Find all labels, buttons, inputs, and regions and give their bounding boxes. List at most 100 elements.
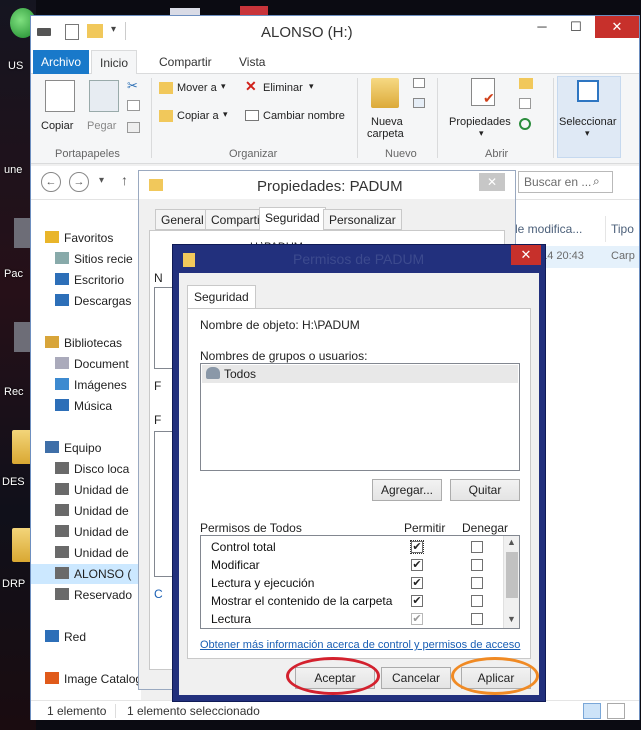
- sidebar-item[interactable]: Unidad de: [31, 480, 141, 500]
- sidebar-item[interactable]: Bibliotecas: [31, 333, 141, 353]
- list-item[interactable]: Todos: [202, 365, 518, 383]
- edit-icon[interactable]: [519, 98, 531, 109]
- deny-checkbox[interactable]: [471, 577, 483, 589]
- new-folder-icon[interactable]: [371, 78, 399, 108]
- permissions-scrollbar[interactable]: ▲ ▼: [503, 536, 519, 628]
- search-icon[interactable]: ⌕: [593, 174, 600, 189]
- properties-quick-icon[interactable]: [65, 24, 79, 40]
- maximize-button[interactable]: ☐: [559, 16, 593, 38]
- tab-general[interactable]: General: [155, 209, 210, 230]
- permission-row: Lectura ✔: [205, 610, 505, 628]
- properties-close-button[interactable]: ✕: [479, 173, 505, 191]
- permissions-close-button[interactable]: ✕: [511, 245, 541, 265]
- up-button[interactable]: ↑: [121, 172, 128, 188]
- tab-compartir[interactable]: Compartir: [151, 50, 220, 74]
- allow-checkbox[interactable]: ✔: [411, 613, 423, 625]
- sidebar-item[interactable]: Equipo: [31, 438, 141, 458]
- scroll-up-icon[interactable]: ▲: [507, 537, 516, 547]
- paste-shortcut-icon[interactable]: [127, 122, 140, 133]
- desktop-label[interactable]: DES: [2, 476, 25, 488]
- sidebar-item[interactable]: Red: [31, 627, 141, 647]
- groups-list[interactable]: Todos: [200, 363, 520, 471]
- new-folder-button-line2[interactable]: carpeta: [367, 128, 404, 140]
- scroll-down-icon[interactable]: ▼: [507, 614, 516, 624]
- new-item-icon[interactable]: [413, 78, 425, 88]
- deny-checkbox[interactable]: [471, 541, 483, 553]
- move-to-dropdown-icon[interactable]: ▾: [221, 81, 226, 92]
- sidebar-item[interactable]: Unidad de: [31, 501, 141, 521]
- copy-to-button[interactable]: Copiar a: [177, 110, 219, 122]
- copy-icon[interactable]: [45, 80, 75, 112]
- copy-button[interactable]: Copiar: [41, 120, 73, 132]
- sidebar-item[interactable]: Reservado: [31, 585, 141, 605]
- column-header-type[interactable]: Tipo: [611, 222, 634, 236]
- desktop-label[interactable]: Rec: [4, 386, 24, 398]
- sidebar-item[interactable]: Imágenes: [31, 375, 141, 395]
- tab-seguridad[interactable]: Seguridad: [187, 285, 256, 309]
- scroll-thumb[interactable]: [506, 552, 518, 598]
- add-button[interactable]: Agregar...: [372, 479, 442, 501]
- permissions-info-link[interactable]: Obtener más información acerca de contro…: [200, 639, 520, 651]
- sidebar-item[interactable]: Sitios recie: [31, 249, 141, 269]
- copy-to-dropdown-icon[interactable]: ▾: [223, 109, 228, 120]
- forward-button[interactable]: →: [69, 172, 89, 192]
- tab-personalizar[interactable]: Personalizar: [323, 209, 402, 230]
- groups-label: Nombres de grupos o usuarios:: [200, 349, 368, 363]
- folder-quick-icon[interactable]: [87, 24, 103, 38]
- properties-button[interactable]: Propiedades: [449, 116, 511, 128]
- desktop-label[interactable]: Pac: [4, 268, 23, 280]
- delete-dropdown-icon[interactable]: ▾: [309, 81, 314, 92]
- sidebar-item[interactable]: Disco loca: [31, 459, 141, 479]
- delete-button[interactable]: Eliminar: [263, 82, 303, 94]
- move-to-button[interactable]: Mover a: [177, 82, 217, 94]
- deny-checkbox[interactable]: [471, 559, 483, 571]
- large-icons-view-icon[interactable]: [607, 703, 625, 719]
- minimize-button[interactable]: ─: [525, 16, 559, 38]
- status-divider: [115, 704, 116, 718]
- open-icon[interactable]: [519, 78, 533, 89]
- history-icon[interactable]: [519, 118, 531, 130]
- easy-access-icon[interactable]: [413, 98, 425, 108]
- details-view-icon[interactable]: [583, 703, 601, 719]
- tab-archivo[interactable]: Archivo: [33, 50, 90, 74]
- sidebar-item[interactable]: Unidad de: [31, 522, 141, 542]
- desktop-label[interactable]: une: [4, 164, 22, 176]
- desktop-label[interactable]: US: [8, 60, 23, 72]
- tab-inicio[interactable]: Inicio: [91, 50, 138, 74]
- column-header-date[interactable]: le modifica...: [515, 222, 582, 236]
- sidebar-item[interactable]: Favoritos: [31, 228, 141, 248]
- cut-icon[interactable]: ✂: [127, 78, 138, 94]
- sidebar-item[interactable]: Música: [31, 396, 141, 416]
- quick-access-dropdown-icon[interactable]: ▾: [111, 24, 116, 35]
- select-button[interactable]: Seleccionar: [559, 116, 616, 128]
- allow-checkbox[interactable]: ✔: [411, 577, 423, 589]
- info-link-fragment[interactable]: C: [154, 587, 163, 601]
- properties-dropdown-icon[interactable]: ▾: [479, 128, 484, 139]
- sidebar-item[interactable]: Descargas: [31, 291, 141, 311]
- back-button[interactable]: ←: [41, 172, 61, 192]
- remove-button[interactable]: Quitar: [450, 479, 520, 501]
- sidebar-item[interactable]: Document: [31, 354, 141, 374]
- cancel-button[interactable]: Cancelar: [381, 667, 451, 689]
- copy-path-icon[interactable]: [127, 100, 140, 111]
- paste-button[interactable]: Pegar: [87, 120, 116, 132]
- sidebar-item[interactable]: Image Catalog: [31, 669, 141, 689]
- select-dropdown-icon[interactable]: ▾: [585, 128, 590, 139]
- tab-vista[interactable]: Vista: [231, 50, 273, 74]
- deny-checkbox[interactable]: [471, 595, 483, 607]
- desktop-label[interactable]: DRP: [2, 578, 25, 590]
- recent-locations-dropdown-icon[interactable]: ▾: [99, 175, 104, 186]
- paste-icon[interactable]: [89, 80, 119, 112]
- sidebar-item[interactable]: Unidad de: [31, 543, 141, 563]
- allow-checkbox[interactable]: ✔: [411, 559, 423, 571]
- allow-checkbox[interactable]: ✔: [411, 595, 423, 607]
- close-button[interactable]: ✕: [595, 16, 639, 38]
- sidebar-item[interactable]: ALONSO (: [31, 564, 141, 584]
- rename-button[interactable]: Cambiar nombre: [263, 110, 345, 122]
- new-folder-button[interactable]: Nueva: [371, 116, 403, 128]
- deny-checkbox[interactable]: [471, 613, 483, 625]
- tab-seguridad-props[interactable]: Seguridad: [259, 207, 326, 231]
- sidebar-item[interactable]: Escritorio: [31, 270, 141, 290]
- allow-checkbox[interactable]: ✔: [410, 540, 424, 554]
- ribbon-separator: [437, 78, 438, 158]
